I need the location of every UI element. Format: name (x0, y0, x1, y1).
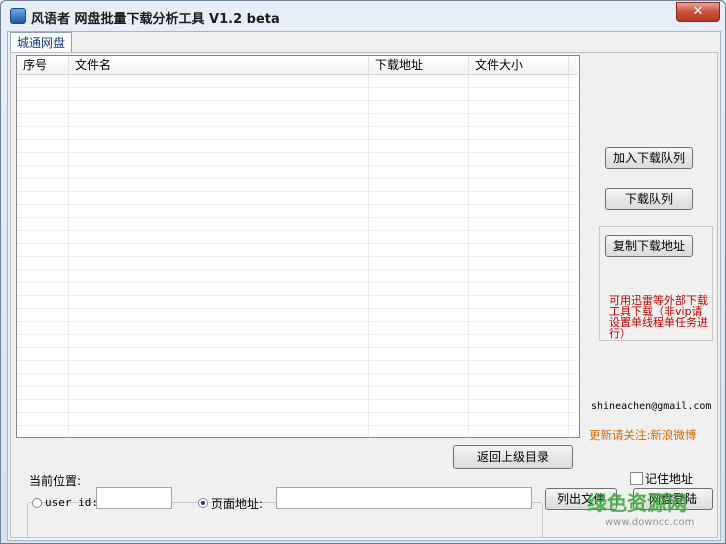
title-bar[interactable]: 风语者 网盘批量下载分析工具 V1.2 beta ✕ (1, 1, 725, 31)
user-id-label: user id: (45, 496, 98, 509)
user-id-input[interactable] (96, 487, 172, 509)
weibo-follow-text[interactable]: 更新请关注:新浪微博 (589, 427, 696, 443)
column-divider (68, 75, 69, 437)
current-location-label: 当前位置: (29, 474, 82, 488)
page-url-input[interactable] (276, 487, 532, 509)
remember-address-label[interactable]: 记住地址 (645, 470, 693, 487)
copy-download-link-button[interactable]: 复制下载地址 (605, 235, 693, 257)
tab-chengtong[interactable]: 城通网盘 (10, 32, 73, 53)
watermark-text: 绿色资源网 (587, 491, 687, 515)
app-icon (10, 8, 26, 24)
window-title: 风语者 网盘批量下载分析工具 V1.2 beta (31, 12, 280, 27)
column-divider (368, 75, 369, 437)
page-url-label: 页面地址: (211, 497, 264, 511)
column-file-size[interactable]: 文件大小 (469, 56, 569, 74)
list-rows (17, 75, 577, 437)
column-download-url[interactable]: 下载地址 (369, 56, 469, 74)
list-header: 序号 文件名 下载地址 文件大小 (17, 56, 577, 75)
tab-panel: 序号 文件名 下载地址 文件大小 加入下载队列 下载队列 复制下载地址 可用迅雷… (10, 52, 718, 538)
client-area: 城通网盘 序号 文件名 下载地址 文件大小 加入下载队列 下载队列 复制下载地址… (7, 31, 721, 541)
column-divider (568, 75, 569, 437)
watermark-url: www.downcc.com (605, 517, 695, 528)
download-queue-button[interactable]: 下载队列 (605, 188, 693, 210)
back-to-parent-button[interactable]: 返回上级目录 (453, 445, 573, 469)
author-email: shineachen@gmail.com (591, 401, 712, 412)
remember-address-checkbox[interactable] (630, 472, 643, 485)
app-window: 风语者 网盘批量下载分析工具 V1.2 beta ✕ 城通网盘 序号 文件名 下… (0, 0, 726, 544)
download-tip: 可用迅雷等外部下载工具下载（非vip请设置单线程单任务进行） (609, 294, 708, 340)
file-list[interactable]: 序号 文件名 下载地址 文件大小 (16, 55, 580, 438)
column-divider (468, 75, 469, 437)
column-filename[interactable]: 文件名 (69, 56, 369, 74)
add-to-queue-button[interactable]: 加入下载队列 (605, 147, 693, 169)
page-url-radio[interactable] (198, 498, 208, 508)
column-index[interactable]: 序号 (17, 56, 69, 74)
user-id-radio[interactable] (32, 498, 42, 508)
close-button[interactable]: ✕ (676, 2, 720, 22)
